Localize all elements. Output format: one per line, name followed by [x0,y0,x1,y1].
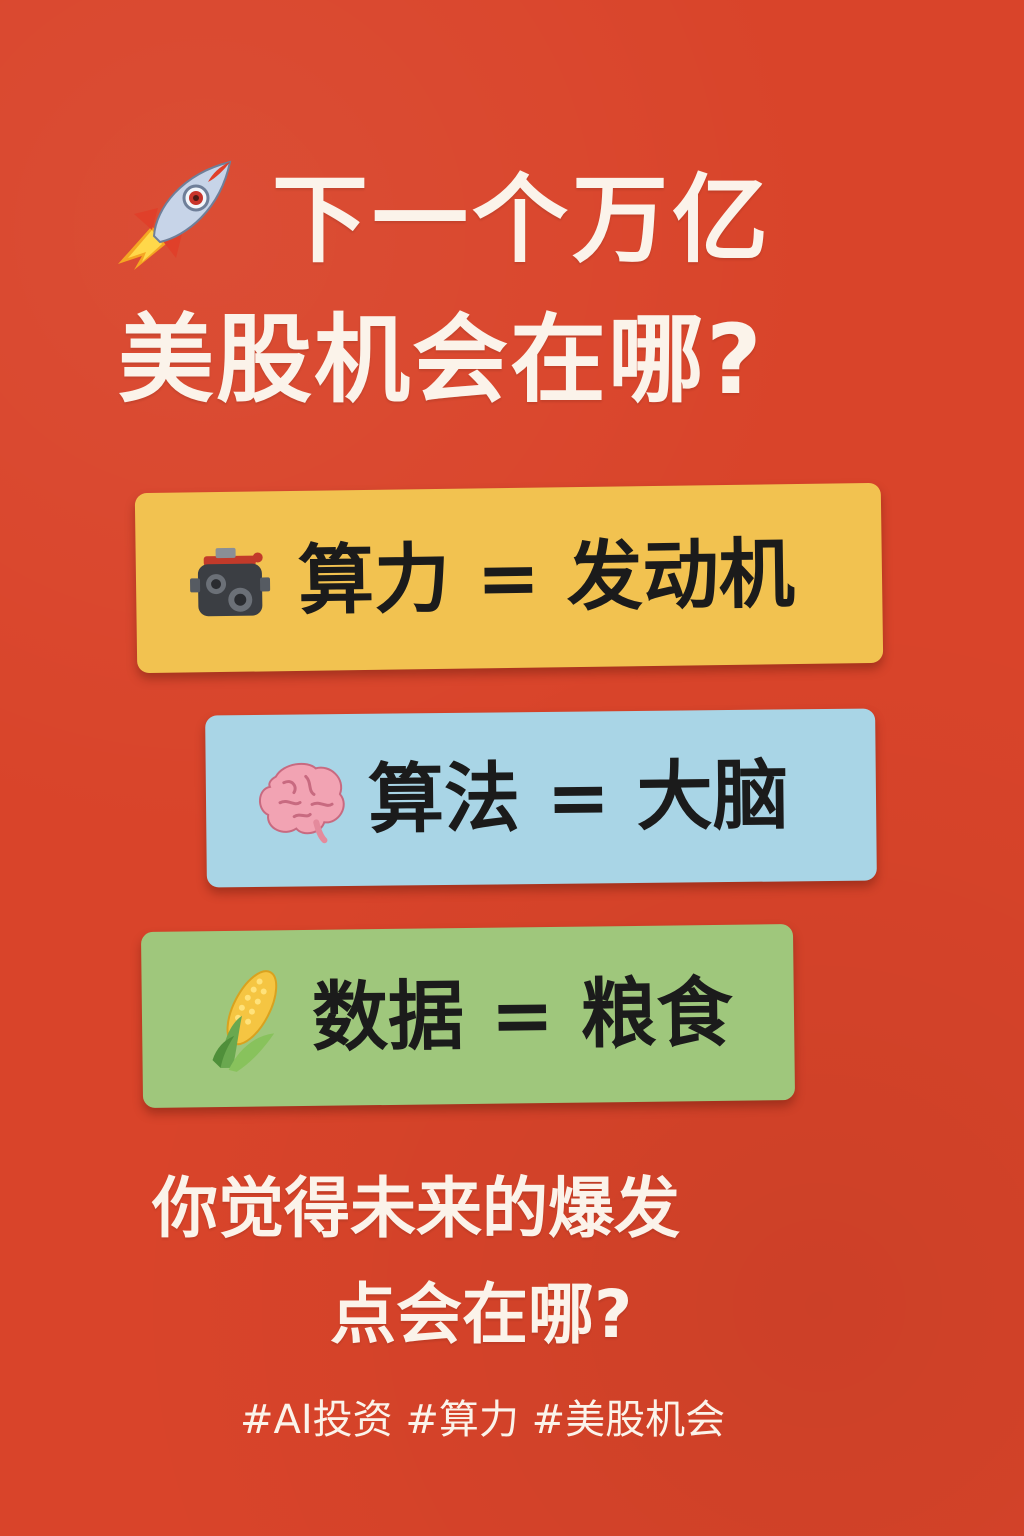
title-line-1: 下一个万亿 [272,164,772,276]
question-line-1: 你觉得未来的爆发 [152,1170,680,1247]
hashtags: #AI投资 #算力 #美股机会 [240,1397,726,1443]
card-compute-text: 算力 = 发动机 [297,529,796,625]
engine-icon [190,547,271,617]
brain-icon [259,762,345,844]
card-compute: 算力 = 发动机 [134,482,884,674]
card-data: 数据 = 粮食 [140,924,796,1108]
card-data-text: 数据 = 粮食 [311,967,734,1062]
card-algorithm: 算法 = 大脑 [205,708,877,888]
corn-icon [212,970,278,1072]
question-line-2: 点会在哪? [330,1276,633,1353]
card-algorithm-text: 算法 = 大脑 [367,750,790,844]
title-line-2: 美股机会在哪? [118,304,764,416]
rocket-icon [118,160,232,270]
